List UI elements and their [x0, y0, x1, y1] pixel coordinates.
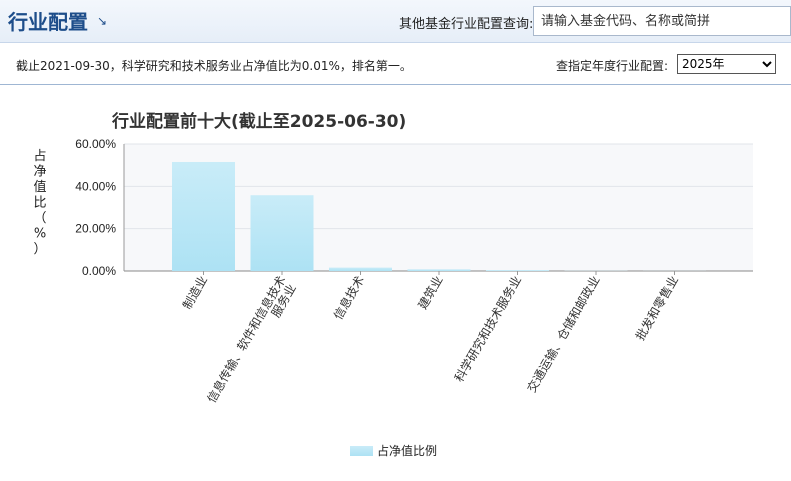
- y-axis-label-char: （: [33, 211, 46, 226]
- x-tick-label: 信息传输、软件和信息技术: [204, 273, 289, 405]
- legend-label[interactable]: 占净值比例: [377, 443, 437, 458]
- bar[interactable]: [250, 195, 314, 271]
- y-axis-label-char: 净: [33, 165, 46, 180]
- chart-title: 行业配置前十大(截止至2025-06-30): [111, 111, 406, 132]
- x-tick-label-group: 交通运输、仓储和邮政业: [524, 273, 603, 395]
- x-tick-label-group: 制造业: [180, 274, 210, 312]
- y-tick-label: 0.00%: [82, 264, 116, 278]
- legend-swatch: [350, 446, 373, 456]
- y-axis-label-char: 占: [33, 149, 46, 164]
- x-tick-label-group: 科学研究和技术服务业: [451, 273, 524, 384]
- bar[interactable]: [172, 161, 235, 271]
- industry-allocation-chart: 行业配置前十大(截止至2025-06-30) 0.00% 20.00% 40.00%…: [33, 111, 753, 458]
- x-tick-label: 交通运输、仓储和邮政业: [524, 273, 603, 395]
- bar[interactable]: [486, 270, 549, 271]
- x-tick-label: 制造业: [180, 274, 210, 312]
- y-tick-label: 20.00%: [75, 222, 116, 236]
- y-tick-label: 40.00%: [75, 179, 116, 193]
- x-tick-label-group: 信息传输、软件和信息技术服务业: [204, 273, 299, 405]
- bar[interactable]: [407, 269, 471, 271]
- x-tick-label: 信息技术: [330, 273, 367, 322]
- bar[interactable]: [329, 267, 392, 271]
- y-axis-label-char: 值: [33, 179, 46, 195]
- x-tick-label-group: 批发和零售业: [632, 273, 681, 343]
- x-tick-label: 建筑业: [415, 273, 446, 312]
- x-tick-label: 批发和零售业: [632, 273, 681, 343]
- y-axis-label-char: 比: [33, 196, 46, 211]
- x-tick-label-group: 信息技术: [330, 273, 367, 322]
- y-axis-label-char: %: [34, 227, 46, 242]
- y-tick-label: 60.00%: [75, 137, 116, 151]
- y-axis-label-char: ）: [33, 242, 46, 257]
- x-tick-label-group: 建筑业: [415, 273, 446, 312]
- x-tick-label: 科学研究和技术服务业: [451, 273, 524, 384]
